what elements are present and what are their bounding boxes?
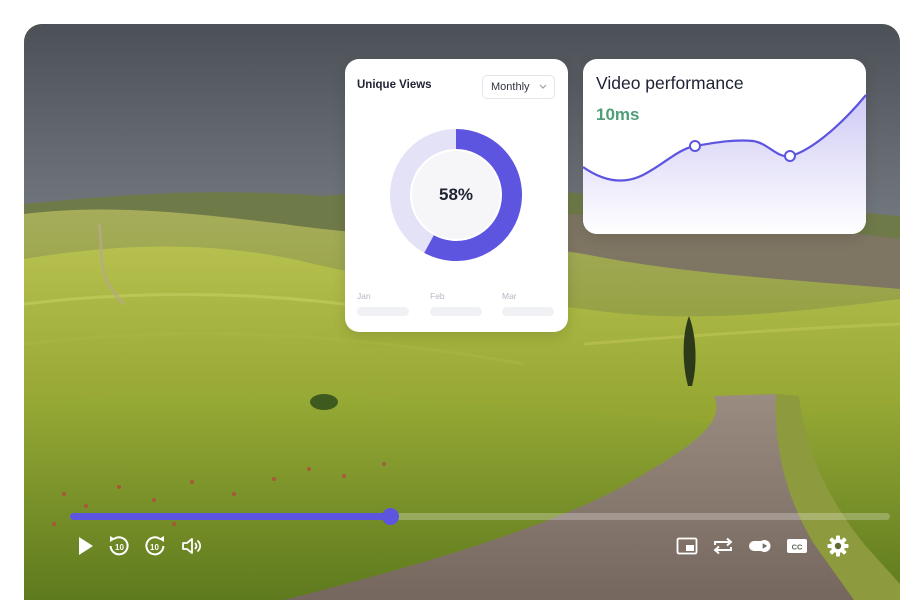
sparkline-point (689, 140, 701, 152)
month-bar (357, 307, 409, 316)
month-item: Mar (502, 291, 554, 316)
picture-in-picture-icon (676, 537, 698, 555)
play-icon (79, 537, 93, 555)
play-button[interactable] (72, 533, 98, 559)
loop-button[interactable] (710, 533, 736, 559)
seek-bar-played (70, 513, 390, 520)
unique-views-title: Unique Views (357, 79, 432, 91)
captions-label: CC (792, 542, 803, 551)
month-label: Feb (430, 291, 445, 301)
gear-icon (827, 535, 849, 557)
month-item: Feb (430, 291, 482, 316)
chevron-down-icon (539, 84, 547, 89)
month-item: Jan (357, 291, 409, 316)
autoplay-icon (749, 540, 771, 552)
volume-icon (182, 538, 202, 554)
period-select-value: Monthly (491, 81, 530, 93)
video-performance-title: Video performance (596, 73, 744, 93)
volume-button[interactable] (179, 533, 205, 559)
video-player[interactable]: Unique Views Monthly 58% Jan Feb Mar Vid… (24, 24, 900, 600)
month-label: Mar (502, 291, 517, 301)
month-bar (430, 307, 482, 316)
forward-10-icon: 10 (145, 536, 165, 556)
autoplay-toggle[interactable] (747, 533, 773, 559)
settings-button[interactable] (825, 533, 851, 559)
unique-views-card: Unique Views Monthly 58% Jan Feb Mar (345, 59, 568, 332)
rewind-10-button[interactable]: 10 (106, 533, 132, 559)
unique-views-percent: 58% (438, 185, 474, 204)
captions-button[interactable]: CC (784, 533, 810, 559)
video-performance-card: Video performance 10ms (583, 59, 866, 234)
month-label: Jan (357, 291, 371, 301)
svg-text:10: 10 (150, 543, 159, 552)
sparkline-point (784, 150, 796, 162)
seek-bar[interactable] (70, 508, 890, 525)
picture-in-picture-button[interactable] (674, 533, 700, 559)
month-bar (502, 307, 554, 316)
rewind-10-icon: 10 (109, 536, 129, 556)
closed-captions-icon: CC (787, 539, 807, 553)
month-list: Jan Feb Mar (357, 291, 557, 321)
forward-10-button[interactable]: 10 (142, 533, 168, 559)
seek-bar-handle[interactable] (381, 508, 399, 525)
loop-icon (713, 537, 733, 555)
period-select[interactable]: Monthly (482, 75, 555, 99)
video-performance-metric: 10ms (596, 105, 640, 124)
svg-text:10: 10 (115, 543, 124, 552)
